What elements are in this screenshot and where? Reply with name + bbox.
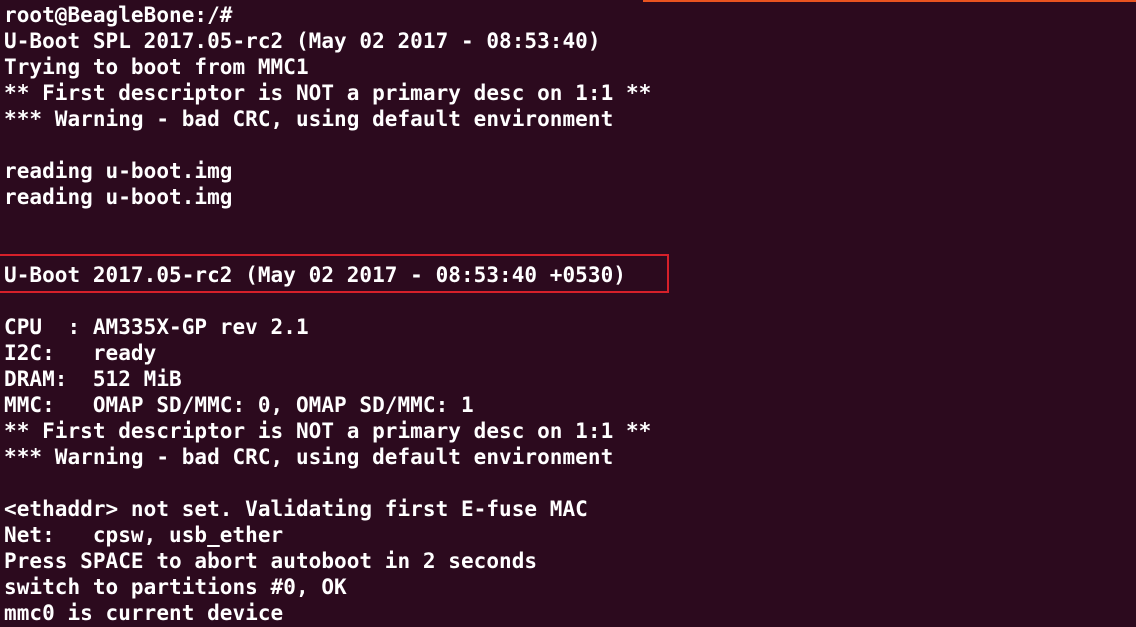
- terminal-line: Trying to boot from MMC1: [4, 55, 309, 79]
- terminal-line: <ethaddr> not set. Validating first E-fu…: [4, 497, 588, 521]
- terminal-line: root@BeagleBone:/#: [4, 3, 233, 27]
- terminal-window[interactable]: root@BeagleBone:/# U-Boot SPL 2017.05-rc…: [0, 0, 1136, 627]
- terminal-line: *** Warning - bad CRC, using default env…: [4, 107, 614, 131]
- terminal-line: switch to partitions #0, OK: [4, 575, 347, 599]
- terminal-line: Net: cpsw, usb_ether: [4, 523, 284, 547]
- terminal-line: I2C: ready: [4, 341, 157, 365]
- terminal-line: DRAM: 512 MiB: [4, 367, 182, 391]
- terminal-line: ** First descriptor is NOT a primary des…: [4, 81, 652, 105]
- terminal-line: mmc0 is current device: [4, 601, 284, 625]
- terminal-line: CPU : AM335X-GP rev 2.1: [4, 315, 309, 339]
- terminal-line: MMC: OMAP SD/MMC: 0, OMAP SD/MMC: 1: [4, 393, 474, 417]
- terminal-line: *** Warning - bad CRC, using default env…: [4, 445, 614, 469]
- terminal-line: reading u-boot.img: [4, 159, 233, 183]
- highlight-annotation-box: [0, 254, 669, 293]
- terminal-line: ** First descriptor is NOT a primary des…: [4, 419, 652, 443]
- terminal-line: U-Boot SPL 2017.05-rc2 (May 02 2017 - 08…: [4, 29, 601, 53]
- terminal-output: root@BeagleBone:/# U-Boot SPL 2017.05-rc…: [4, 2, 1136, 626]
- terminal-line: reading u-boot.img: [4, 185, 233, 209]
- terminal-line: Press SPACE to abort autoboot in 2 secon…: [4, 549, 538, 573]
